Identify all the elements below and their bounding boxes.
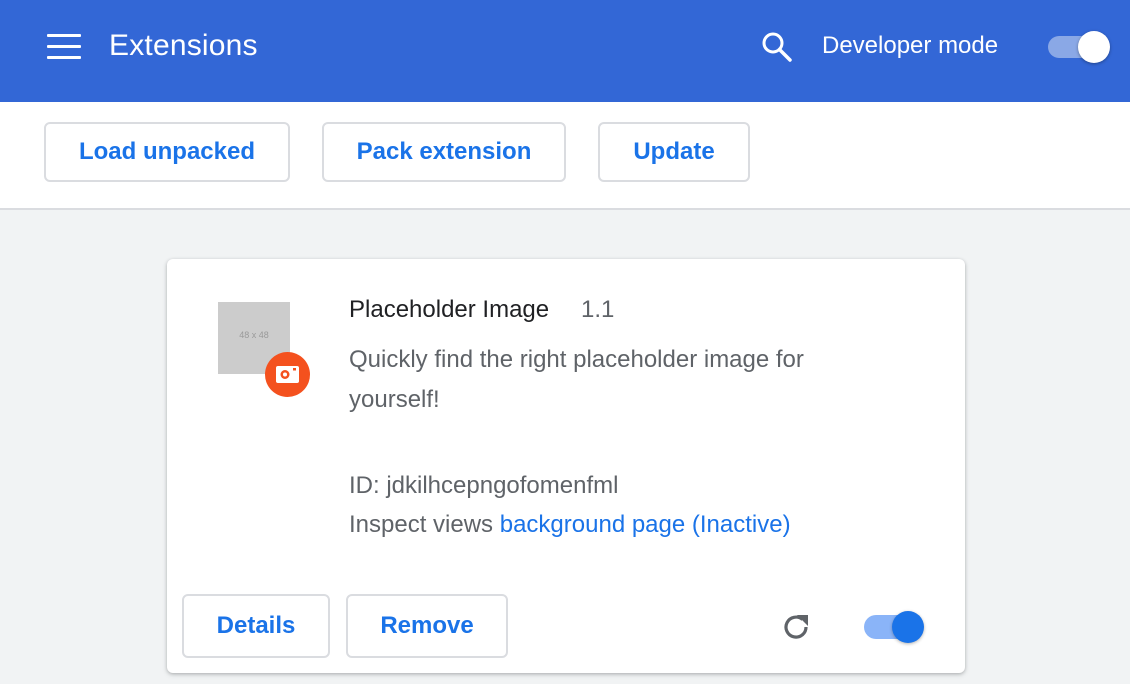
page-title: Extensions — [109, 29, 258, 62]
load-unpacked-button[interactable]: Load unpacked — [44, 122, 290, 182]
developer-mode-label: Developer mode — [822, 32, 999, 59]
developer-mode-toggle[interactable] — [1046, 31, 1112, 63]
hamburger-menu-icon[interactable] — [47, 34, 81, 60]
extension-name: Placeholder Image — [349, 296, 550, 323]
extension-description: Quickly find the right placeholder image… — [349, 346, 804, 413]
pack-extension-button[interactable]: Pack extension — [322, 122, 566, 182]
extension-id: ID: jdkilhcepngofomenfml — [349, 472, 619, 499]
details-button[interactable]: Details — [182, 594, 330, 658]
extension-icon-placeholder-text: 48 x 48 — [239, 330, 269, 340]
inspect-views: Inspect views background page (Inactive) — [349, 510, 791, 540]
extension-toggle-knob — [892, 611, 924, 643]
inspect-views-label: Inspect views — [349, 511, 494, 538]
extension-card: 48 x 48 Placeholder Image 1.1 Quickly fi… — [167, 259, 965, 673]
extension-version: 1.1 — [581, 296, 615, 323]
extensions-header: Extensions Developer mode — [0, 0, 1130, 102]
update-button[interactable]: Update — [598, 122, 750, 182]
developer-toolbar: Load unpacked Pack extension Update — [0, 102, 1130, 210]
reload-icon[interactable] — [779, 610, 813, 644]
remove-button[interactable]: Remove — [346, 594, 508, 658]
developer-mode-toggle-knob — [1078, 31, 1110, 63]
search-icon[interactable] — [760, 30, 794, 64]
camera-icon — [265, 352, 310, 397]
extension-enabled-toggle[interactable] — [862, 610, 928, 644]
background-page-link[interactable]: background page (Inactive) — [500, 511, 791, 538]
